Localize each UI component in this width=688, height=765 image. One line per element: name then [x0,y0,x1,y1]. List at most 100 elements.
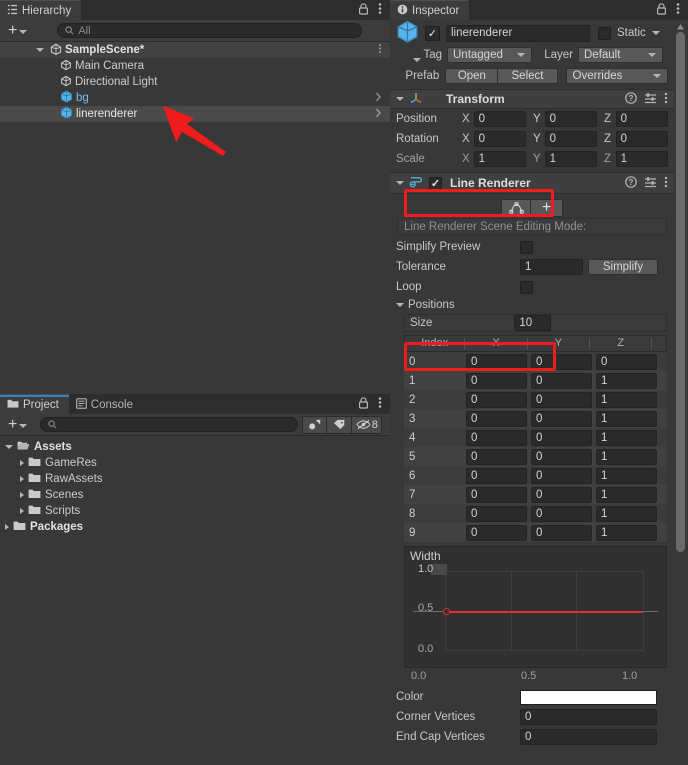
asset-filter-icon[interactable] [302,415,328,434]
kebab-menu-icon[interactable] [664,176,668,191]
gameobject-name-field[interactable]: linerenderer [446,24,590,42]
kebab-menu-icon[interactable] [378,2,382,18]
positions-table-row[interactable]: 9001 [404,523,667,542]
prefab-open-button[interactable]: Open [445,67,499,84]
line-renderer-component-header[interactable]: ✓ Line Renderer ? [390,172,674,194]
position-y-cell[interactable]: 0 [531,429,592,446]
position-y-cell[interactable]: 0 [531,372,592,389]
color-swatch[interactable] [520,689,657,705]
corner-vertices-field[interactable]: 0 [520,709,657,725]
position-x-field[interactable]: 0 [473,111,526,127]
line-renderer-enabled-checkbox[interactable]: ✓ [429,176,442,190]
position-y-cell[interactable]: 0 [531,448,592,465]
chevron-right-icon[interactable] [5,524,9,530]
kebab-menu-icon[interactable] [676,2,680,18]
position-x-cell[interactable]: 0 [466,486,527,503]
position-y-cell[interactable]: 0 [531,505,592,522]
position-z-cell[interactable]: 1 [596,524,657,541]
scale-y-field[interactable]: 1 [544,151,597,167]
static-checkbox[interactable] [598,26,611,40]
kebab-menu-icon[interactable] [378,43,390,57]
rotation-x-field[interactable]: 0 [473,131,526,147]
kebab-menu-icon[interactable] [378,396,382,412]
tag-dropdown[interactable]: Untagged [447,46,532,63]
visibility-icon[interactable]: 8 [352,415,383,434]
rotation-z-field[interactable]: 0 [615,131,668,147]
preset-icon[interactable] [644,92,657,107]
tab-inspector[interactable]: Inspector [390,0,470,20]
project-tree-item-scripts[interactable]: Scripts [0,503,390,519]
position-y-cell[interactable]: 0 [531,410,592,427]
help-icon[interactable]: ? [625,91,637,107]
position-x-cell[interactable]: 0 [466,505,527,522]
chevron-down-icon[interactable] [396,302,404,307]
position-y-cell[interactable]: 0 [531,391,592,408]
hierarchy-search-input[interactable]: All [57,23,363,38]
project-add-button[interactable]: + [4,416,31,432]
help-icon[interactable]: ? [625,175,637,191]
simplify-preview-checkbox[interactable] [520,240,533,254]
positions-table-row[interactable]: 7001 [404,485,667,504]
chevron-right-icon[interactable] [20,508,24,514]
hierarchy-add-button[interactable]: + [4,22,31,38]
project-tree-item-scenes[interactable]: Scenes [0,487,390,503]
scrollbar-thumb[interactable] [676,32,685,552]
position-z-cell[interactable]: 1 [596,429,657,446]
chevron-down-icon[interactable] [36,48,44,52]
positions-table-row[interactable]: 4001 [404,428,667,447]
hierarchy-item-directional-light[interactable]: Directional Light [0,74,390,90]
loop-checkbox[interactable] [520,280,533,294]
scale-x-field[interactable]: 1 [473,151,526,167]
positions-foldout[interactable]: Positions [390,297,674,312]
position-z-cell[interactable]: 1 [596,486,657,503]
chevron-right-icon[interactable] [375,108,390,121]
positions-table-row[interactable]: 0000 [404,352,667,371]
position-y-cell[interactable]: 0 [531,467,592,484]
kebab-menu-icon[interactable] [664,92,668,107]
project-search-input[interactable] [40,417,299,432]
width-curve-keyframe[interactable] [443,608,450,615]
lock-icon[interactable] [358,396,369,412]
simplify-button[interactable]: Simplify [588,259,658,275]
project-tree-item-packages[interactable]: Packages [0,519,390,535]
gameobject-icon-dropdown[interactable] [413,58,421,62]
position-y-cell[interactable]: 0 [531,524,592,541]
positions-table-row[interactable]: 1001 [404,371,667,390]
tab-hierarchy[interactable]: Hierarchy [0,0,82,20]
position-y-field[interactable]: 0 [544,111,597,127]
position-z-cell[interactable]: 0 [596,353,657,370]
scrollbar-up-arrow[interactable] [676,22,685,30]
prefab-gameobject-icon[interactable] [396,20,419,46]
position-x-cell[interactable]: 0 [466,353,527,370]
transform-component-header[interactable]: Transform ? [390,89,674,109]
positions-table-row[interactable]: 5001 [404,447,667,466]
width-curve-editor[interactable]: Width 1.0 0.5 0.0 [404,546,667,668]
scale-z-field[interactable]: 1 [615,151,668,167]
preset-icon[interactable] [644,176,657,191]
gameobject-enabled-checkbox[interactable]: ✓ [425,25,440,41]
project-tree-item-gameres[interactable]: GameRes [0,455,390,471]
position-z-field[interactable]: 0 [615,111,668,127]
chevron-down-icon[interactable] [651,31,660,35]
position-y-cell[interactable]: 0 [531,486,592,503]
lock-icon[interactable] [656,2,667,18]
chevron-down-icon[interactable] [5,445,13,449]
position-x-cell[interactable]: 0 [466,467,527,484]
positions-size-field[interactable]: Size 10 [404,314,667,332]
positions-table-row[interactable]: 6001 [404,466,667,485]
project-tree-item-assets[interactable]: Assets [0,439,390,455]
layer-dropdown[interactable]: Default [578,46,663,63]
create-points-plus-icon[interactable]: + [531,199,563,217]
chevron-right-icon[interactable] [20,460,24,466]
position-x-cell[interactable]: 0 [466,410,527,427]
chevron-right-icon[interactable] [20,476,24,482]
position-x-cell[interactable]: 0 [466,429,527,446]
position-y-cell[interactable]: 0 [531,353,592,370]
position-x-cell[interactable]: 0 [466,524,527,541]
chevron-down-icon[interactable] [396,181,404,185]
chevron-down-icon[interactable] [396,97,404,101]
positions-table-row[interactable]: 8001 [404,504,667,523]
edit-points-icon[interactable] [501,199,531,217]
position-x-cell[interactable]: 0 [466,372,527,389]
prefab-overrides-dropdown[interactable]: Overrides [565,67,668,84]
